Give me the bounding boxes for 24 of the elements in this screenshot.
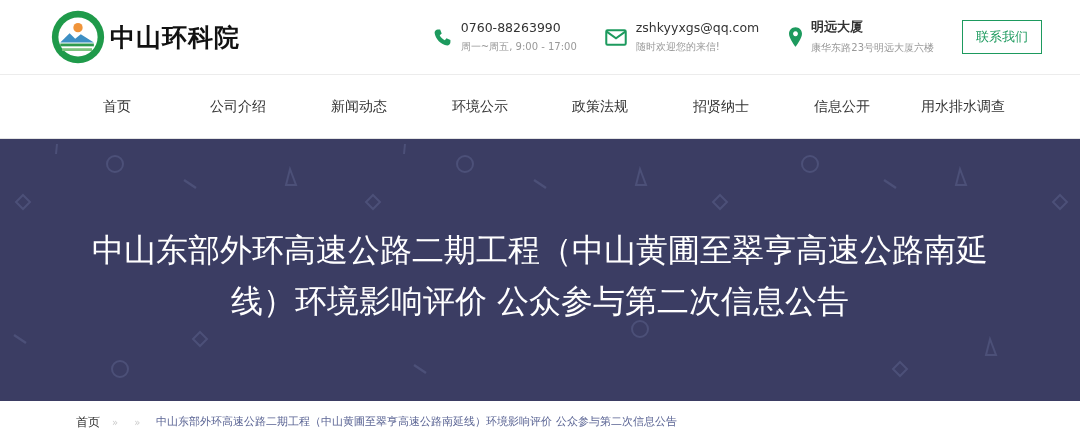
contact-title: 0760-88263990 bbox=[460, 20, 562, 35]
logo-text: 中山环科院 bbox=[110, 21, 240, 54]
nav-link[interactable]: 信息公开 bbox=[781, 97, 903, 116]
nav-link[interactable]: 政策法规 bbox=[540, 97, 661, 116]
nav-link[interactable]: 公司介绍 bbox=[177, 97, 299, 116]
envelope-icon bbox=[604, 28, 627, 46]
breadcrumb-link[interactable]: 首页 bbox=[76, 413, 100, 431]
contact-us-button[interactable]: 联系我们 bbox=[962, 20, 1042, 54]
contact-subtitle: 康华东路23号明远大厦六楼 bbox=[811, 41, 934, 55]
nav-link[interactable]: 新闻动态 bbox=[298, 97, 420, 116]
location-pin-icon bbox=[789, 27, 803, 47]
breadcrumb-separator: » bbox=[134, 416, 141, 428]
breadcrumb-separator: » bbox=[112, 416, 119, 428]
phone-icon bbox=[432, 27, 452, 47]
breadcrumb-current: 中山东部外环高速公路二期工程（中山黄圃至翠亨高速公路南延线）环境影响评价 公众参与第二次信息公告 bbox=[156, 415, 677, 429]
nav-link[interactable]: 环境公示 bbox=[419, 97, 540, 116]
contact-title: zshkyyxgs@qq.com bbox=[635, 20, 760, 35]
nav-link[interactable]: 招贤纳士 bbox=[660, 97, 782, 116]
page-title: 中山东部外环高速公路二期工程（中山黄圃至翠亨高速公路南延线）环境影响评价 公众参与第二次信息公告 bbox=[91, 230, 989, 322]
contact-title: 明远大厦 bbox=[811, 19, 865, 36]
nav-link[interactable]: 用水排水调查 bbox=[902, 97, 1023, 116]
logo-icon bbox=[50, 9, 106, 65]
contact-subtitle: 随时欢迎您的来信! bbox=[635, 40, 721, 54]
nav-link[interactable]: 首页 bbox=[57, 97, 178, 116]
